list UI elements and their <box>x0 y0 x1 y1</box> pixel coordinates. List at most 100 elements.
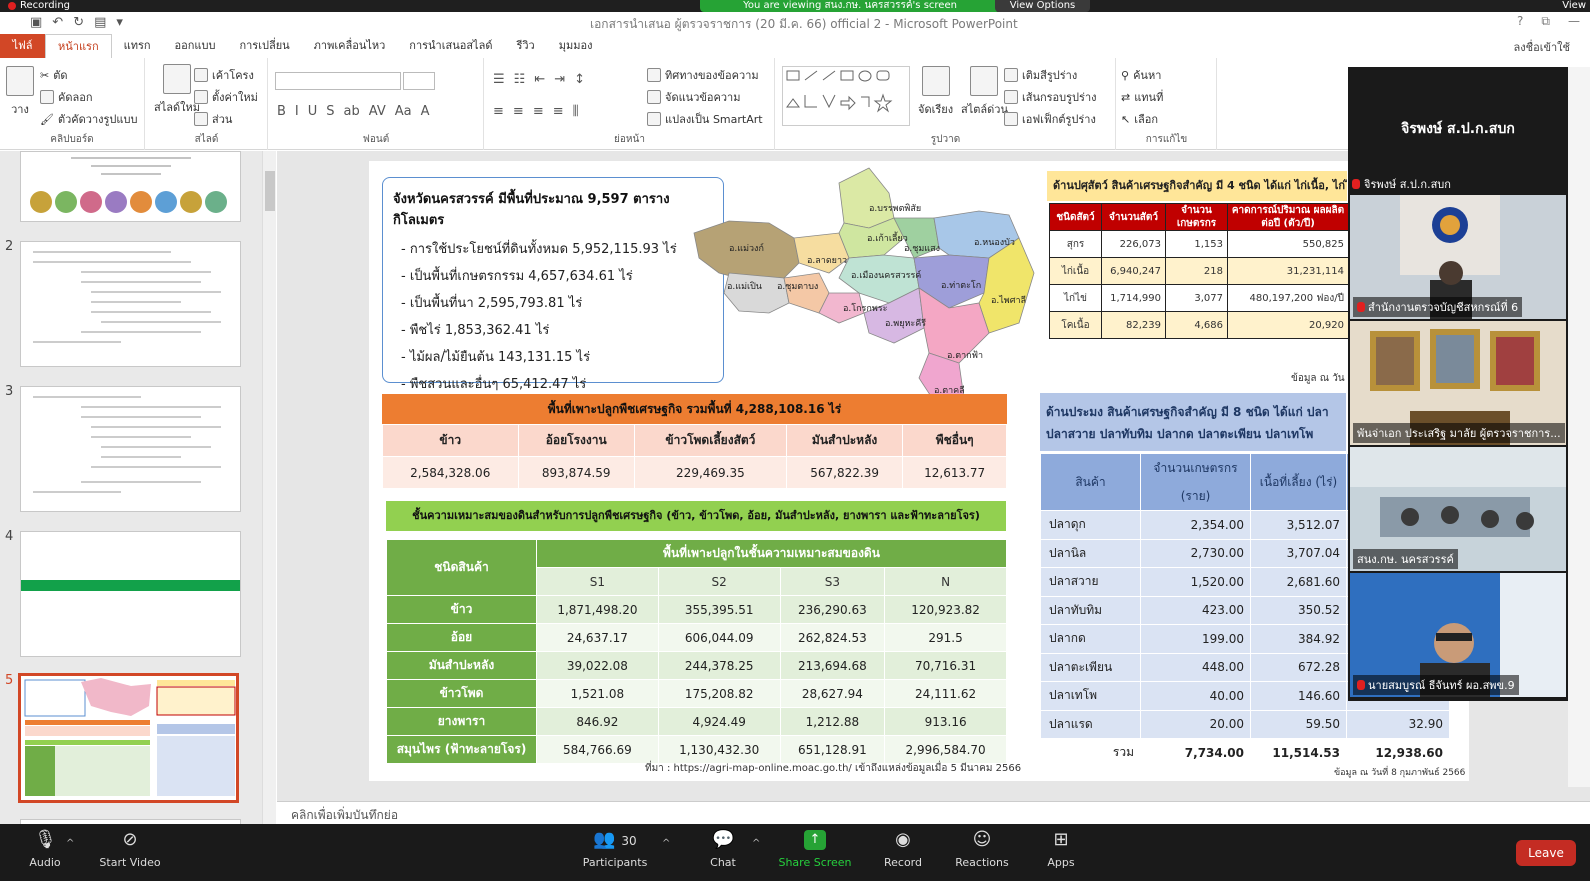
line-spacing-icon[interactable]: ↕ <box>574 72 585 87</box>
shapes-gallery[interactable] <box>782 66 910 126</box>
tab-review[interactable]: รีวิว <box>504 34 546 58</box>
minimize-icon[interactable]: — <box>1568 14 1580 29</box>
view-button[interactable]: View <box>1562 0 1586 12</box>
slide-scrollbar[interactable] <box>1568 67 1590 787</box>
tab-slideshow[interactable]: การนำเสนอสไลด์ <box>397 34 504 58</box>
change-case-icon[interactable]: Aa <box>395 104 412 119</box>
align-text-button[interactable]: จัดแนวข้อความ <box>647 88 740 106</box>
apps-button[interactable]: ⊞ Apps <box>1016 830 1106 870</box>
find-button[interactable]: ⚲ ค้นหา <box>1121 66 1161 84</box>
tile-label: สนง.กษ. นครสวรรค์ <box>1353 549 1458 569</box>
view-options-button[interactable]: View Options <box>995 0 1090 12</box>
leave-button[interactable]: Leave <box>1516 840 1576 866</box>
reset-button[interactable]: ตั้งค่าใหม่ <box>194 88 258 106</box>
tab-design[interactable]: ออกแบบ <box>163 34 228 58</box>
align-right-icon[interactable]: ≡ <box>533 104 544 119</box>
fishery-title-line-2: ปลาสวาย ปลาทับทิม ปลากด ปลาตะเพียน ปลาเท… <box>1046 427 1314 441</box>
slide-thumbnail-3[interactable] <box>20 386 241 512</box>
province-info-title: จังหวัดนครสวรรค์ มีพื้นที่ประมาณ 9,597 ต… <box>393 192 670 228</box>
copy-button[interactable]: คัดลอก <box>40 88 93 106</box>
redo-icon[interactable]: ↻ <box>73 15 84 30</box>
font-color-icon[interactable]: A <box>421 104 430 119</box>
shape-outline-button[interactable]: เส้นกรอบรูปร่าง <box>1004 88 1097 106</box>
video-tile[interactable]: นายสมบูรณ์ ธีจันทร์ ผอ.สพข.9 <box>1350 573 1566 697</box>
align-center-icon[interactable]: ≡ <box>513 104 524 119</box>
cell: 1,871,498.20 <box>536 595 659 624</box>
char-spacing-icon[interactable]: AV <box>369 104 386 119</box>
thumbnail-scrollbar[interactable] <box>262 151 276 824</box>
start-video-button[interactable]: ⊘ Start Video <box>85 830 175 870</box>
justify-icon[interactable]: ≡ <box>553 104 564 119</box>
slide-thumbnail-5[interactable] <box>18 673 239 803</box>
tab-animations[interactable]: ภาพเคลื่อนไหว <box>302 34 398 58</box>
underline-icon[interactable]: U <box>308 104 318 119</box>
video-tile[interactable]: พันจ่าเอก ประเสริฐ มาลัย ผู้ตรวจราชการ..… <box>1350 321 1566 445</box>
italic-icon[interactable]: I <box>295 104 299 119</box>
arrange-button[interactable]: จัดเรียง <box>918 66 953 118</box>
crop-header: มันสำปะหลัง <box>785 424 904 457</box>
cell: ปลาเทโพ <box>1040 681 1141 711</box>
smartart-button[interactable]: แปลงเป็น SmartArt <box>647 110 763 128</box>
section-button[interactable]: ส่วน <box>194 110 232 128</box>
notes-pane[interactable]: คลิกเพื่อเพิ่มบันทึกย่อ <box>277 801 1590 824</box>
bullets-icon[interactable]: ☰ <box>493 72 505 87</box>
tab-view[interactable]: มุมมอง <box>547 34 605 58</box>
tab-file[interactable]: ไฟล์ <box>0 34 45 58</box>
slide-thumbnail-2[interactable] <box>20 241 241 367</box>
row-label: อ้อย <box>386 623 537 652</box>
zoom-control-bar: 🎙 Audio ^ ⊘ Start Video 👥 30 Participant… <box>0 824 1590 881</box>
tab-home[interactable]: หน้าแรก <box>45 34 112 58</box>
numbering-icon[interactable]: ☷ <box>514 72 526 87</box>
shape-effects-button[interactable]: เอฟเฟ็กต์รูปร่าง <box>1004 110 1096 128</box>
shape-fill-button[interactable]: เติมสีรูปร่าง <box>1004 66 1077 84</box>
format-painter-button[interactable]: 🖌 ตัวคัดวางรูปแบบ <box>40 110 137 128</box>
record-button[interactable]: ◉ Record <box>858 830 948 870</box>
undo-icon[interactable]: ↶ <box>52 15 63 30</box>
replace-button[interactable]: ⇄ แทนที่ <box>1121 88 1163 106</box>
participants-caret-icon[interactable]: ^ <box>662 838 670 849</box>
chat-button[interactable]: 💬 Chat <box>678 830 768 870</box>
video-tile[interactable]: สำนักงานตรวจบัญชีสหกรณ์ที่ 6 <box>1350 195 1566 319</box>
table-row: ไก่เนื้อ 6,940,247 218 31,231,114 <box>1049 257 1349 285</box>
quick-styles-button[interactable]: สไตล์ด่วน <box>961 66 1008 118</box>
reactions-button[interactable]: ☺ Reactions <box>937 830 1027 870</box>
start-slideshow-icon[interactable]: ▤ <box>94 15 106 30</box>
paste-button[interactable]: วาง <box>6 66 34 118</box>
font-name-box[interactable] <box>275 72 401 90</box>
tab-insert[interactable]: แทรก <box>112 34 163 58</box>
shadow-icon[interactable]: S <box>326 104 334 119</box>
ribbon-display-icon[interactable]: ⧉ <box>1541 14 1550 29</box>
layout-icon <box>194 68 208 82</box>
binoculars-icon: ⚲ <box>1121 68 1130 82</box>
columns-icon[interactable]: ⫼ <box>573 104 579 119</box>
crop-header: ข้าว <box>382 424 519 457</box>
sign-in-link[interactable]: ลงชื่อเข้าใช้ <box>1514 38 1570 56</box>
tab-transitions[interactable]: การเปลี่ยน <box>227 34 301 58</box>
share-screen-button[interactable]: ↑ Share Screen <box>770 830 860 869</box>
map-label: อ.ท่าตะโก <box>941 280 981 291</box>
strikethrough-icon[interactable]: ab <box>344 104 360 119</box>
audio-caret-icon[interactable]: ^ <box>66 838 74 849</box>
chat-caret-icon[interactable]: ^ <box>752 838 760 849</box>
slide-thumbnail-4[interactable] <box>20 531 241 657</box>
slide-thumbnail-1[interactable] <box>20 151 241 222</box>
thumbnail-scrollbar-thumb[interactable] <box>265 171 275 211</box>
font-size-box[interactable] <box>403 72 435 90</box>
help-button[interactable]: ? <box>1517 14 1523 29</box>
layout-button[interactable]: เค้าโครง <box>194 66 254 84</box>
audio-button[interactable]: 🎙 Audio <box>0 830 90 870</box>
align-left-icon[interactable]: ≡ <box>493 104 504 119</box>
cut-button[interactable]: ✂ ตัด <box>40 66 68 84</box>
decrease-indent-icon[interactable]: ⇤ <box>534 72 545 87</box>
increase-indent-icon[interactable]: ⇥ <box>554 72 565 87</box>
cell: 584,766.69 <box>536 735 659 764</box>
text-direction-button[interactable]: ทิศทางของข้อความ <box>647 66 759 84</box>
participants-button[interactable]: 👥 30 Participants <box>570 830 660 870</box>
current-slide[interactable]: จังหวัดนครสวรรค์ มีพื้นที่ประมาณ 9,597 ต… <box>369 161 1469 781</box>
customize-qat-icon[interactable]: ▾ <box>116 15 123 30</box>
save-icon[interactable]: ▣ <box>30 15 42 30</box>
table-row: สมุนไพร (ฟ้าทะลายโจร) 584,766.69 1,130,4… <box>386 735 1007 764</box>
select-button[interactable]: ↖ เลือก <box>1121 110 1158 128</box>
bold-icon[interactable]: B <box>277 104 286 119</box>
video-tile[interactable]: สนง.กษ. นครสวรรค์ <box>1350 447 1566 571</box>
